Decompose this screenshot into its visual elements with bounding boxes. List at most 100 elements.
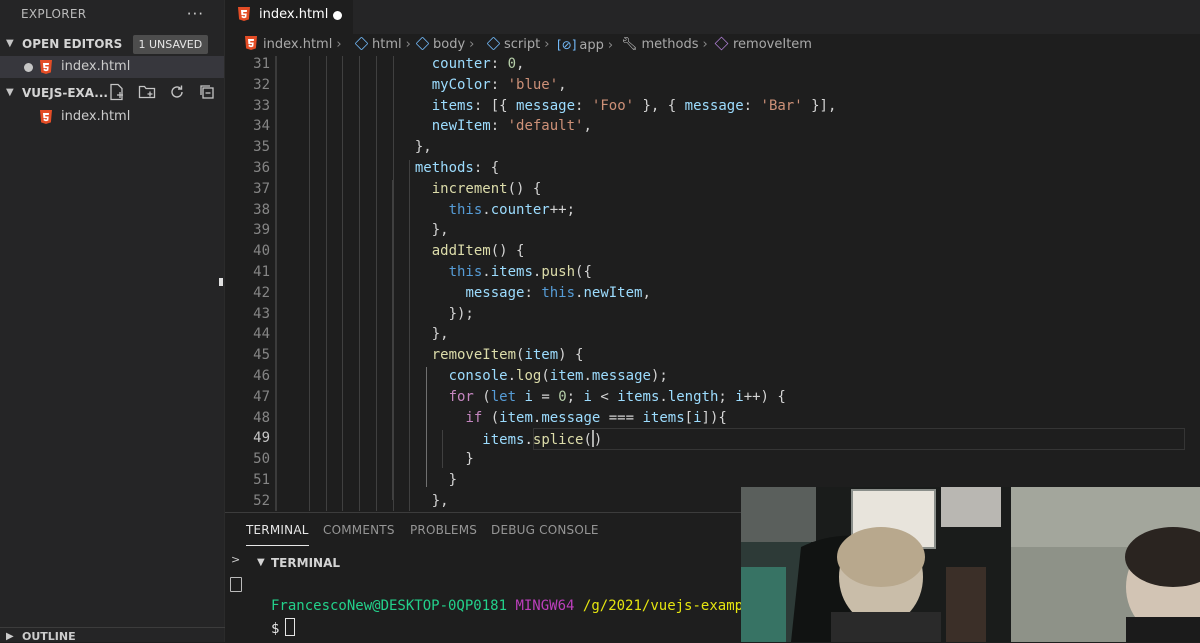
breadcrumb-item-script[interactable]: script › (486, 34, 553, 56)
html5-icon (245, 36, 257, 50)
explorer-title: EXPLORER ··· (0, 0, 224, 28)
terminal-sidebar: > (225, 551, 247, 643)
breadcrumb-item-file[interactable]: index.html › (245, 34, 346, 56)
line-number: 49 (253, 430, 270, 447)
line-number: 48 (253, 409, 270, 426)
webcam-image (741, 487, 1200, 642)
more-actions-icon[interactable]: ··· (187, 0, 204, 28)
chevron-right-icon[interactable]: > (231, 553, 240, 566)
explorer-sidebar: EXPLORER ··· ▼ OPEN EDITORS 1 UNSAVED in… (0, 0, 246, 642)
brackets-icon: [⊘] (557, 38, 577, 52)
tab-debug-console[interactable]: DEBUG CONSOLE (491, 523, 599, 537)
line-number: 51 (253, 472, 270, 488)
breadcrumb-file-label: index.html (263, 37, 333, 52)
prompt-env: MINGW64 (515, 598, 575, 614)
line-number: 34 (253, 118, 270, 135)
method-icon (714, 36, 729, 51)
code-editor[interactable]: 31 counter: 0, 32 myColor: 'blue', 33 it… (225, 56, 1200, 511)
chevron-down-icon: ▼ (6, 87, 14, 98)
tab-problems[interactable]: PROBLEMS (410, 523, 477, 537)
breadcrumb-item-app[interactable]: [⊘] app › (557, 34, 617, 57)
line-number: 52 (253, 492, 270, 509)
breadcrumb-app-label: app (579, 38, 604, 53)
code-line: 48 if (item.message === items[i]){ (225, 410, 1200, 431)
new-folder-icon[interactable] (138, 83, 158, 103)
terminal-prompt-line[interactable]: FrancescoNew@DESKTOP-0QP0181 MINGW64 /g/… (271, 598, 760, 614)
refresh-icon[interactable] (168, 83, 188, 103)
code-line-active: 49 items.splice() (225, 430, 1200, 451)
breadcrumb: index.html › html › body › script › [⊘] app › … (225, 34, 1200, 56)
code-line: 38 this.counter++; (225, 202, 1200, 223)
code-line: 32 myColor: 'blue', (225, 77, 1200, 98)
outline-section[interactable]: ▶ OUTLINE (0, 627, 246, 642)
code-text: newItem: 'default', (431, 118, 592, 135)
line-number: 39 (253, 222, 270, 239)
folder-file-index-html[interactable]: index.html (0, 106, 224, 128)
line-number: 32 (253, 76, 270, 93)
breadcrumb-item-methods[interactable]: 🔧︎ methods › (621, 34, 712, 56)
chevron-right-icon: › (469, 37, 475, 52)
html5-icon (238, 7, 250, 21)
breadcrumb-script-label: script (504, 37, 541, 52)
line-number: 40 (253, 243, 270, 260)
code-line: 46 console.log(item.message); (225, 368, 1200, 389)
folder-section[interactable]: ▼ VUEJS-EXA... (0, 80, 224, 106)
open-editor-item-index-html[interactable]: index.html (0, 56, 224, 78)
line-number: 46 (253, 368, 270, 384)
html5-icon (40, 60, 52, 74)
line-number: 42 (253, 284, 270, 301)
cube-icon (486, 36, 501, 51)
breadcrumb-body-label: body (433, 37, 466, 52)
code-line: 35 }, (225, 139, 1200, 160)
code-line: 41 this.items.push({ (225, 264, 1200, 285)
terminal-list-icon[interactable] (230, 577, 242, 592)
code-text: }); (280, 305, 474, 322)
code-line: 42 message: this.newItem, (225, 285, 1200, 306)
code-text: if (item.message === items[i]){ (465, 409, 727, 426)
prompt-symbol: $ (271, 621, 280, 637)
unsaved-dot-icon[interactable] (333, 11, 342, 20)
chevron-right-icon: › (336, 37, 342, 52)
code-text: }, (280, 326, 449, 343)
line-number: 43 (253, 305, 270, 322)
open-editors-section[interactable]: ▼ OPEN EDITORS 1 UNSAVED (0, 32, 224, 56)
line-number: 38 (253, 201, 270, 218)
tab-index-html[interactable]: index.html (225, 0, 353, 34)
terminal-input-line[interactable]: $ (271, 618, 296, 637)
code-text: items.splice() (482, 430, 603, 449)
code-text: items: [{ message: 'Foo' }, { message: '… (431, 97, 837, 114)
line-number: 47 (253, 388, 270, 405)
unsaved-dot-icon[interactable] (24, 63, 33, 72)
mouse-pointer (219, 278, 223, 286)
line-number: 41 (253, 264, 270, 280)
cube-icon (415, 36, 430, 51)
code-line: 44 }, (225, 326, 1200, 347)
tab-comments[interactable]: COMMENTS (323, 523, 395, 537)
line-number: 33 (253, 97, 270, 114)
editor-tab-bar: index.html (225, 0, 1200, 34)
code-text: }, (280, 222, 449, 239)
tab-terminal[interactable]: TERMINAL (246, 523, 309, 546)
folder-label: VUEJS-EXA... (22, 86, 108, 100)
code-line: 33 items: [{ message: 'Foo' }, { message… (225, 98, 1200, 119)
breadcrumb-methods-label: methods (641, 37, 699, 52)
code-text: myColor: 'blue', (431, 76, 567, 93)
code-line: 45 removeItem(item) { (225, 347, 1200, 368)
wrench-icon: 🔧︎ (621, 37, 638, 52)
code-text: methods: { (414, 160, 500, 176)
open-editors-label: OPEN EDITORS (22, 37, 123, 51)
code-line: 36 methods: { (225, 160, 1200, 181)
collapse-all-icon[interactable] (198, 83, 218, 103)
code-text: for (let i = 0; i < items.length; i++) { (448, 388, 786, 405)
outline-label: OUTLINE (22, 630, 76, 642)
code-text: counter: 0, (431, 56, 525, 72)
chevron-right-icon: › (544, 37, 550, 52)
breadcrumb-item-html[interactable]: html › (354, 34, 415, 56)
breadcrumb-html-label: html (372, 37, 402, 52)
code-text: } (280, 451, 474, 468)
breadcrumb-item-removeitem[interactable]: removeItem (714, 34, 812, 56)
explorer-title-label: EXPLORER (21, 7, 87, 21)
code-line: 39 }, (225, 222, 1200, 243)
breadcrumb-item-body[interactable]: body › (415, 34, 478, 56)
new-file-icon[interactable] (108, 83, 128, 103)
